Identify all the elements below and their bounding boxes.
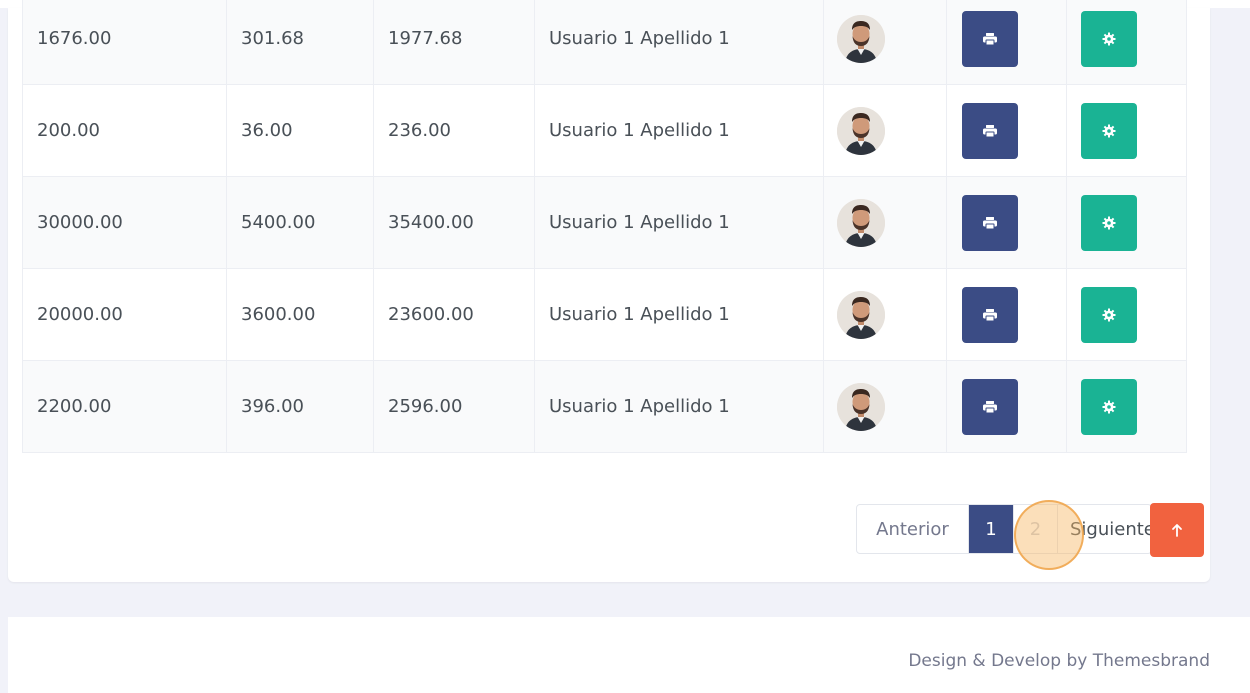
avatar-cell <box>823 360 947 453</box>
avatar-cell <box>823 0 947 85</box>
print-cell <box>946 268 1067 361</box>
total-cell: 1977.68 <box>373 0 535 85</box>
subtotal-cell: 2200.00 <box>22 360 227 453</box>
back-to-top-button[interactable] <box>1150 503 1204 557</box>
table-row: 1676.00 301.68 1977.68 Usuario 1 Apellid… <box>22 0 1187 85</box>
print-button[interactable] <box>962 286 1018 343</box>
table-row: 2200.00 396.00 2596.00 Usuario 1 Apellid… <box>22 360 1187 453</box>
tax-cell: 3600.00 <box>226 268 374 361</box>
tax-cell: 36.00 <box>226 84 374 177</box>
gear-icon <box>1102 124 1116 138</box>
total-cell: 236.00 <box>373 84 535 177</box>
gear-icon <box>1102 308 1116 322</box>
total-cell: 35400.00 <box>373 176 535 269</box>
settings-cell <box>1066 360 1187 453</box>
subtotal-cell: 200.00 <box>22 84 227 177</box>
total-cell: 2596.00 <box>373 360 535 453</box>
invoices-table: 1676.00 301.68 1977.68 Usuario 1 Apellid… <box>22 0 1187 453</box>
user-cell: Usuario 1 Apellido 1 <box>534 176 824 269</box>
avatar <box>837 382 885 431</box>
user-cell: Usuario 1 Apellido 1 <box>534 268 824 361</box>
avatar-cell <box>823 268 947 361</box>
settings-button[interactable] <box>1081 378 1137 435</box>
pagination-next[interactable]: Siguiente <box>1057 505 1155 553</box>
pagination: Anterior 1 2 Siguiente <box>856 504 1155 554</box>
tax-cell: 5400.00 <box>226 176 374 269</box>
settings-button[interactable] <box>1081 194 1137 251</box>
gear-icon <box>1102 32 1116 46</box>
tax-cell: 301.68 <box>226 0 374 85</box>
settings-cell <box>1066 268 1187 361</box>
settings-cell <box>1066 84 1187 177</box>
table-row: 200.00 36.00 236.00 Usuario 1 Apellido 1 <box>22 84 1187 177</box>
user-cell: Usuario 1 Apellido 1 <box>534 0 824 85</box>
user-cell: Usuario 1 Apellido 1 <box>534 84 824 177</box>
avatar <box>837 290 885 339</box>
settings-cell <box>1066 176 1187 269</box>
print-button[interactable] <box>962 102 1018 159</box>
settings-button[interactable] <box>1081 102 1137 159</box>
total-cell: 23600.00 <box>373 268 535 361</box>
gear-icon <box>1102 400 1116 414</box>
tax-cell: 396.00 <box>226 360 374 453</box>
footer-credit: Design & Develop by Themesbrand <box>908 651 1210 671</box>
print-icon <box>982 400 998 414</box>
table-row: 30000.00 5400.00 35400.00 Usuario 1 Apel… <box>22 176 1187 269</box>
print-cell <box>946 84 1067 177</box>
subtotal-cell: 1676.00 <box>22 0 227 85</box>
invoices-card: 1676.00 301.68 1977.68 Usuario 1 Apellid… <box>8 0 1210 582</box>
table-row: 20000.00 3600.00 23600.00 Usuario 1 Apel… <box>22 268 1187 361</box>
avatar <box>837 14 885 63</box>
user-cell: Usuario 1 Apellido 1 <box>534 360 824 453</box>
print-button[interactable] <box>962 10 1018 67</box>
settings-button[interactable] <box>1081 10 1137 67</box>
print-icon <box>982 216 998 230</box>
print-cell <box>946 0 1067 85</box>
avatar-cell <box>823 176 947 269</box>
avatar <box>837 198 885 247</box>
print-icon <box>982 124 998 138</box>
footer: Design & Develop by Themesbrand <box>8 617 1250 693</box>
avatar <box>837 106 885 155</box>
avatar-cell <box>823 84 947 177</box>
settings-cell <box>1066 0 1187 85</box>
pagination-previous[interactable]: Anterior <box>857 505 969 553</box>
print-icon <box>982 32 998 46</box>
arrow-up-icon <box>1172 524 1182 537</box>
pagination-page-2[interactable]: 2 <box>1013 505 1057 553</box>
print-icon <box>982 308 998 322</box>
subtotal-cell: 30000.00 <box>22 176 227 269</box>
gear-icon <box>1102 216 1116 230</box>
print-button[interactable] <box>962 378 1018 435</box>
print-button[interactable] <box>962 194 1018 251</box>
settings-button[interactable] <box>1081 286 1137 343</box>
print-cell <box>946 360 1067 453</box>
print-cell <box>946 176 1067 269</box>
subtotal-cell: 20000.00 <box>22 268 227 361</box>
pagination-page-1[interactable]: 1 <box>969 505 1013 553</box>
